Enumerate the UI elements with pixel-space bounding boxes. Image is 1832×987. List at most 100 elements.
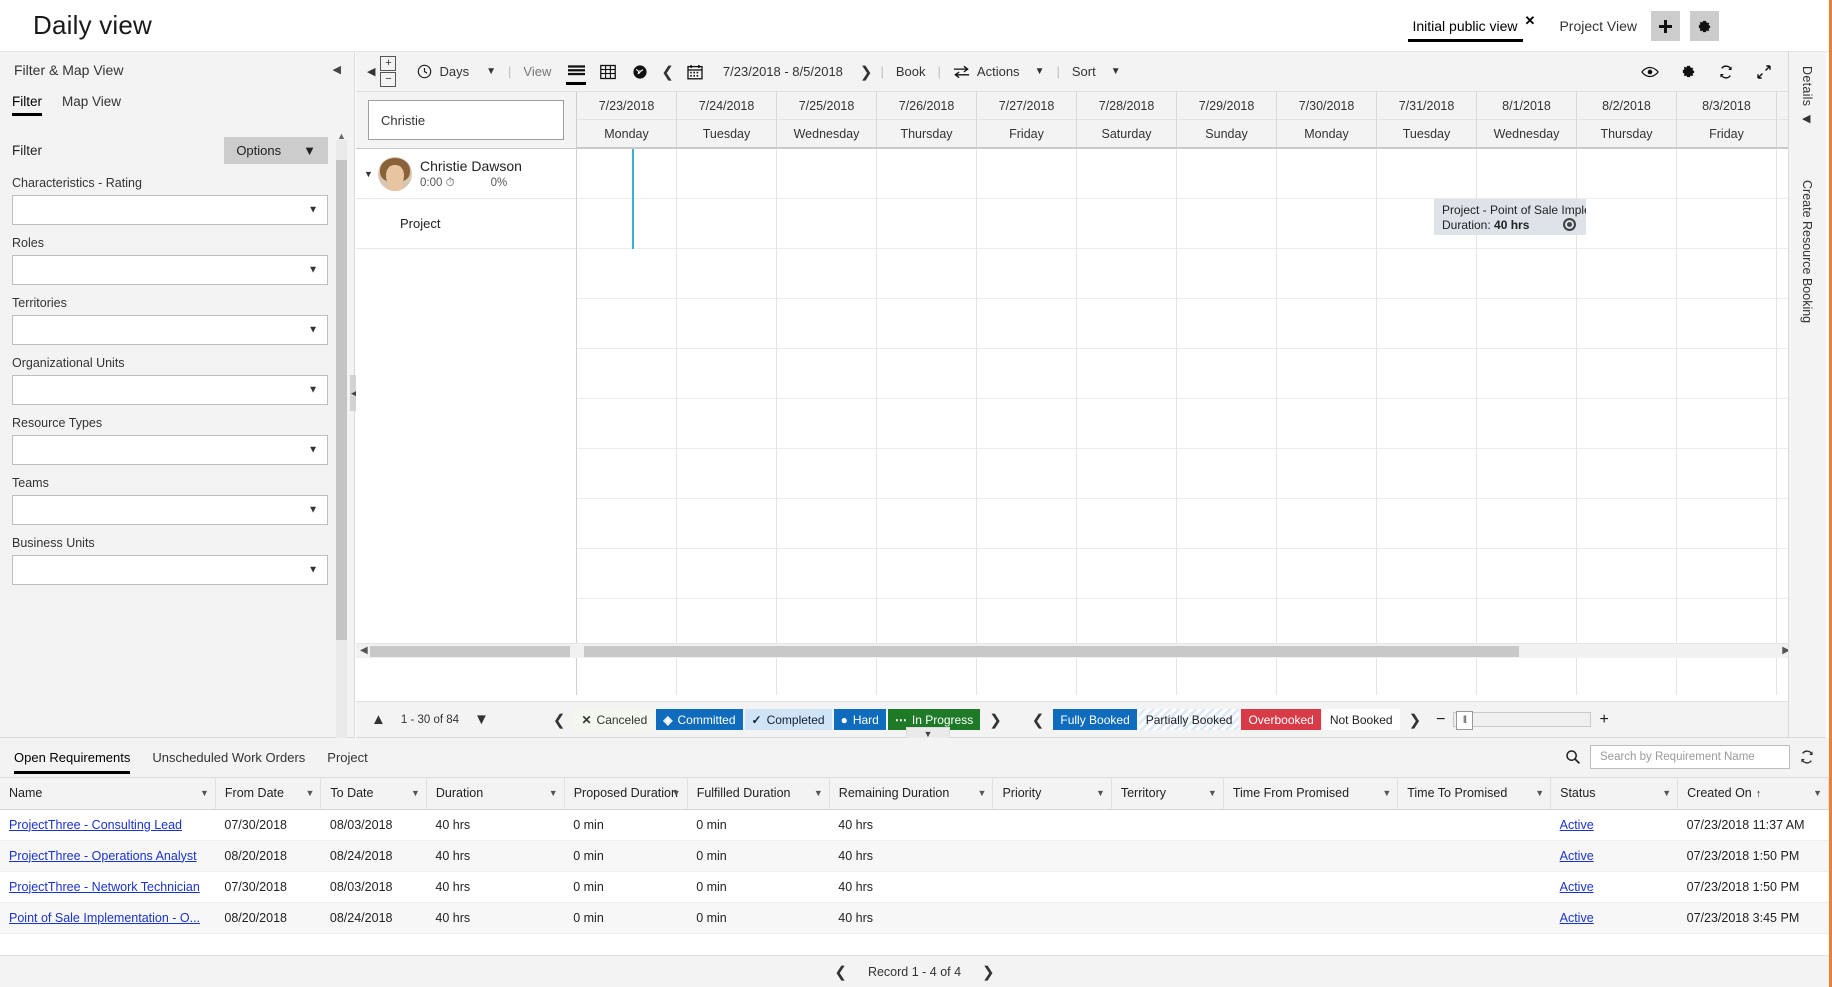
zoom-in-button[interactable]: + [1599,711,1608,729]
schedule-cell[interactable] [777,499,877,549]
column-filter-icon[interactable]: ▼ [549,788,558,798]
schedule-cell[interactable] [1477,449,1577,499]
schedule-cell[interactable] [977,449,1077,499]
schedule-cell[interactable] [777,399,877,449]
schedule-cell[interactable] [1077,399,1177,449]
schedule-cell[interactable] [677,399,777,449]
schedule-cell[interactable] [1477,249,1577,299]
schedule-cell[interactable] [977,499,1077,549]
column-header[interactable]: From Date▼ [215,778,321,809]
schedule-cell[interactable] [1677,249,1777,299]
schedule-cell[interactable] [677,199,777,249]
requirement-link[interactable]: ProjectThree - Operations Analyst [9,849,197,863]
next-period-button[interactable]: ❯ [855,63,878,81]
characteristics-rating-select[interactable]: ▼ [12,195,328,225]
schedule-cell[interactable] [877,549,977,599]
schedule-cell[interactable] [777,249,877,299]
visibility-button[interactable] [1634,52,1666,92]
schedule-cell[interactable] [577,399,677,449]
schedule-cell[interactable] [577,349,677,399]
schedule-cell[interactable] [1077,349,1177,399]
legend-status-hard[interactable]: ●Hard [834,709,886,730]
legend-capacity-not[interactable]: Not Booked [1323,709,1400,730]
scheduler-horizontal-scrollbar[interactable]: ◀ ▶ [356,643,1794,658]
schedule-cell[interactable] [777,199,877,249]
schedule-cell[interactable] [1177,249,1277,299]
schedule-cell[interactable] [777,449,877,499]
schedule-cell[interactable] [1077,249,1177,299]
schedule-cell[interactable] [1677,349,1777,399]
close-icon[interactable]: ✕ [1525,14,1536,27]
schedule-cell[interactable] [1677,399,1777,449]
schedule-cell[interactable] [1177,349,1277,399]
schedule-cell[interactable] [877,599,977,649]
schedule-cell[interactable] [1077,549,1177,599]
schedule-row[interactable] [577,149,1794,199]
schedule-cell[interactable] [1577,549,1677,599]
schedule-cell[interactable] [1677,499,1777,549]
capacity-legend-next-button[interactable]: ❯ [1404,711,1427,729]
slider-track[interactable]: ‖ [1453,712,1591,727]
view-settings-button[interactable] [1690,11,1719,41]
booking-legend-prev-button[interactable]: ❮ [548,711,571,729]
actions-menu-button[interactable]: Actions ▼ [944,52,1054,92]
chevron-left-icon[interactable]: ◀ [333,63,341,76]
schedule-row[interactable] [577,499,1794,549]
schedule-cell[interactable] [877,199,977,249]
schedule-cell[interactable] [777,349,877,399]
schedule-cell[interactable] [677,249,777,299]
schedule-cell[interactable] [1577,399,1677,449]
slider-thumb[interactable]: ‖ [1456,711,1473,730]
schedule-cell[interactable] [577,249,677,299]
scheduler-settings-button[interactable] [1672,52,1704,92]
schedule-row[interactable] [577,549,1794,599]
schedule-cell[interactable] [1577,349,1677,399]
requirement-link[interactable]: Point of Sale Implementation - O... [9,911,200,925]
schedule-cell[interactable] [1277,199,1377,249]
capacity-legend-prev-button[interactable]: ❮ [1027,711,1050,729]
resource-subrow-project[interactable]: Project [356,199,576,249]
schedule-cell[interactable] [1477,499,1577,549]
column-header[interactable]: To Date▼ [321,778,427,809]
refresh-icon[interactable] [1799,749,1815,765]
status-link[interactable]: Active [1560,849,1594,863]
calendar-picker-button[interactable] [679,52,711,92]
table-row[interactable]: ProjectThree - Consulting Lead07/30/2018… [0,809,1829,840]
column-header[interactable]: Name▼ [0,778,215,809]
column-filter-icon[interactable]: ▼ [1813,788,1822,798]
view-tab-project-view[interactable]: Project View [1555,0,1641,52]
schedule-cell[interactable] [577,299,677,349]
schedule-cell[interactable] [1477,299,1577,349]
schedule-cell[interactable] [1177,149,1277,199]
schedule-cell[interactable] [1077,199,1177,249]
cell-status[interactable]: Active [1551,809,1678,840]
schedule-cell[interactable] [977,549,1077,599]
legend-capacity-partially[interactable]: Partially Booked [1139,709,1240,730]
schedule-cell[interactable] [677,149,777,199]
create-resource-booking-label[interactable]: Create Resource Booking [1800,180,1814,323]
schedule-cell[interactable] [977,349,1077,399]
tab-project[interactable]: Project [327,738,367,774]
schedule-cell[interactable] [1177,299,1277,349]
schedule-cell[interactable] [677,499,777,549]
cell-name[interactable]: ProjectThree - Consulting Lead [0,809,215,840]
resource-types-select[interactable]: ▼ [12,435,328,465]
schedule-cell[interactable] [577,199,677,249]
legend-status-canceled[interactable]: ✕Canceled [574,709,654,730]
scroll-left-icon[interactable]: ◀ [360,645,368,656]
schedule-cell[interactable] [577,149,677,199]
column-header[interactable]: Duration▼ [426,778,564,809]
schedule-cell[interactable] [1377,499,1477,549]
schedule-cell[interactable] [1477,349,1577,399]
schedule-cell[interactable] [1677,199,1777,249]
chevron-down-icon[interactable]: ▼ [364,169,378,179]
schedule-cell[interactable] [1377,349,1477,399]
schedule-cell[interactable] [1377,399,1477,449]
view-mode-list-button[interactable] [560,52,592,92]
schedule-cell[interactable] [1077,149,1177,199]
toolbar-collapse-left-icon[interactable]: ◀ [362,65,380,78]
table-row[interactable]: ProjectThree - Operations Analyst08/20/2… [0,840,1829,871]
schedule-grid[interactable]: Project - Point of Sale Implemen Duratio… [577,149,1794,695]
column-header[interactable]: Priority▼ [993,778,1111,809]
schedule-cell[interactable] [677,599,777,649]
